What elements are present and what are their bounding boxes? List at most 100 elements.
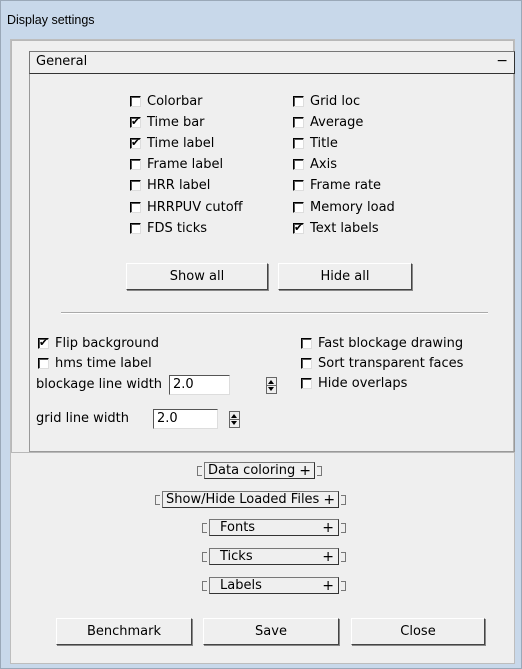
colorbar-checkbox-box[interactable] xyxy=(130,95,141,107)
title-bar[interactable]: Display settings xyxy=(1,1,521,35)
rollout-fonts[interactable]: Fonts + xyxy=(202,519,346,536)
rollout-label: Labels xyxy=(220,578,262,593)
title-checkbox-box[interactable] xyxy=(293,137,304,149)
memory-load-checkbox-box[interactable] xyxy=(293,201,304,213)
spin-down-icon[interactable] xyxy=(268,387,274,391)
rollout-left-bracket xyxy=(202,551,207,562)
flip-background-checkbox-box[interactable]: ✔ xyxy=(38,335,49,349)
colorbar-label: Colorbar xyxy=(147,93,203,109)
frame-label-checkbox-box[interactable] xyxy=(130,159,141,171)
time-label-checkbox[interactable]: ✔ Time label xyxy=(130,135,214,151)
rollout-labels-body[interactable]: Labels + xyxy=(209,577,339,594)
check-mark-icon: ✔ xyxy=(131,135,141,149)
rollout-label: Show/Hide Loaded Files xyxy=(166,492,320,507)
memory-load-checkbox[interactable]: Memory load xyxy=(293,199,395,215)
blockage-line-width-input[interactable]: 2.0 xyxy=(169,375,230,395)
dialog-client-area: General − Show all Hide all blockage lin… xyxy=(10,39,515,664)
frame-rate-checkbox-box[interactable] xyxy=(293,180,304,192)
rollout-label: Fonts xyxy=(220,520,256,535)
hide-overlaps-label: Hide overlaps xyxy=(318,375,408,391)
rollout-show-hide-loaded-files-body[interactable]: Show/Hide Loaded Files + xyxy=(162,491,340,508)
fds-ticks-checkbox-box[interactable] xyxy=(130,222,141,234)
save-button[interactable]: Save xyxy=(203,618,339,645)
rollout-right-bracket xyxy=(341,551,346,562)
rollout-label: Ticks xyxy=(220,549,253,564)
rollout-ticks[interactable]: Ticks + xyxy=(202,548,346,565)
hide-overlaps-checkbox[interactable]: Hide overlaps xyxy=(301,375,407,391)
rollout-fonts-body[interactable]: Fonts + xyxy=(209,519,339,536)
grid-loc-checkbox-box[interactable] xyxy=(293,95,304,107)
spin-up-icon[interactable] xyxy=(231,414,237,418)
expand-icon[interactable]: + xyxy=(322,578,334,594)
grid-line-width-input[interactable]: 2.0 xyxy=(153,409,218,429)
show-all-label: Show all xyxy=(169,269,225,284)
general-header-label: General xyxy=(36,54,88,69)
hrrpuv-cutoff-checkbox-box[interactable] xyxy=(130,201,141,213)
flip-background-checkbox[interactable]: ✔ Flip background xyxy=(38,335,159,351)
rollout-ticks-body[interactable]: Ticks + xyxy=(209,548,339,565)
memory-load-label: Memory load xyxy=(310,199,395,215)
time-bar-checkbox-box[interactable]: ✔ xyxy=(130,114,141,128)
close-label: Close xyxy=(400,624,436,639)
separator xyxy=(61,312,488,314)
axis-checkbox[interactable]: Axis xyxy=(293,157,337,173)
check-mark-icon: ✔ xyxy=(39,335,49,349)
hrrpuv-cutoff-checkbox[interactable]: HRRPUV cutoff xyxy=(130,199,243,215)
sort-transparent-faces-label: Sort transparent faces xyxy=(318,355,464,371)
expand-icon[interactable]: + xyxy=(323,492,335,508)
fast-blockage-drawing-checkbox-box[interactable] xyxy=(301,337,312,349)
hide-overlaps-checkbox-box[interactable] xyxy=(301,377,312,389)
hrr-label-checkbox-box[interactable] xyxy=(130,180,141,192)
collapse-icon[interactable]: − xyxy=(496,53,508,69)
rollout-data-coloring[interactable]: Data coloring + xyxy=(197,462,323,479)
flip-background-label: Flip background xyxy=(55,335,159,351)
hms-time-label-checkbox[interactable]: hms time label xyxy=(38,355,152,371)
hms-time-label-checkbox-box[interactable] xyxy=(38,357,49,369)
close-button[interactable]: Close xyxy=(351,618,485,645)
frame-label-checkbox[interactable]: Frame label xyxy=(130,157,223,173)
rollout-data-coloring-body[interactable]: Data coloring + xyxy=(204,462,316,479)
time-label-checkbox-box[interactable]: ✔ xyxy=(130,135,141,149)
average-checkbox[interactable]: Average xyxy=(293,114,363,130)
fds-ticks-checkbox[interactable]: FDS ticks xyxy=(130,220,207,236)
grid-loc-label: Grid loc xyxy=(310,93,361,109)
expand-icon[interactable]: + xyxy=(322,549,334,565)
expand-icon[interactable]: + xyxy=(322,520,334,536)
hrr-label-checkbox[interactable]: HRR label xyxy=(130,178,210,194)
colorbar-checkbox[interactable]: Colorbar xyxy=(130,93,203,109)
time-bar-label: Time bar xyxy=(147,114,205,130)
rollout-left-bracket xyxy=(197,465,202,476)
spin-down-icon[interactable] xyxy=(231,421,237,425)
grid-loc-checkbox[interactable]: Grid loc xyxy=(293,93,360,109)
general-panel: General − Show all Hide all blockage lin… xyxy=(11,40,515,453)
rollout-left-bracket xyxy=(155,494,160,505)
hide-all-button[interactable]: Hide all xyxy=(278,263,412,290)
spin-up-icon[interactable] xyxy=(268,380,274,384)
axis-checkbox-box[interactable] xyxy=(293,159,304,171)
expand-icon[interactable]: + xyxy=(299,463,311,479)
rollout-labels[interactable]: Labels + xyxy=(202,577,346,594)
general-rollout-header[interactable]: General − xyxy=(29,51,515,74)
check-mark-icon: ✔ xyxy=(131,114,141,128)
frame-rate-checkbox[interactable]: Frame rate xyxy=(293,178,381,194)
frame-label-label: Frame label xyxy=(147,157,224,173)
text-labels-label: Text labels xyxy=(310,220,379,236)
spinner-divider xyxy=(267,385,276,386)
text-labels-checkbox-box[interactable]: ✔ xyxy=(293,221,304,234)
title-label: Title xyxy=(310,135,338,151)
fast-blockage-drawing-checkbox[interactable]: Fast blockage drawing xyxy=(301,335,463,351)
fast-blockage-drawing-label: Fast blockage drawing xyxy=(318,335,464,351)
blockage-line-width-spinner[interactable] xyxy=(266,377,277,394)
sort-transparent-faces-checkbox[interactable]: Sort transparent faces xyxy=(301,355,463,371)
rollout-right-bracket xyxy=(341,494,347,505)
benchmark-button[interactable]: Benchmark xyxy=(56,618,192,645)
sort-transparent-faces-checkbox-box[interactable] xyxy=(301,357,312,369)
grid-line-width-spinner[interactable] xyxy=(229,411,240,428)
title-checkbox[interactable]: Title xyxy=(293,135,338,151)
rollout-show-hide-loaded-files[interactable]: Show/Hide Loaded Files + xyxy=(155,491,347,508)
average-checkbox-box[interactable] xyxy=(293,116,304,128)
text-labels-checkbox[interactable]: ✔ Text labels xyxy=(293,220,379,236)
blockage-line-width-label: blockage line width xyxy=(36,377,163,392)
show-all-button[interactable]: Show all xyxy=(126,263,268,290)
time-bar-checkbox[interactable]: ✔ Time bar xyxy=(130,114,205,130)
